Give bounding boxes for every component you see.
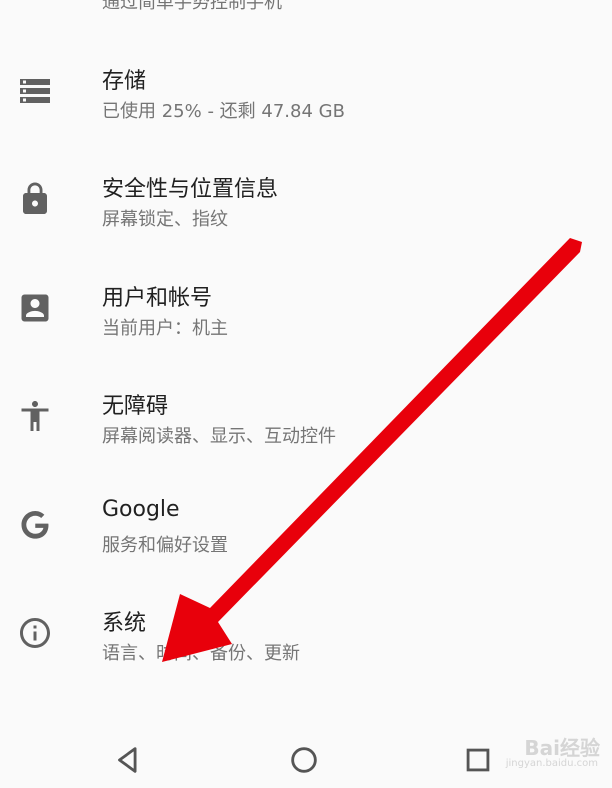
settings-item-title: 安全性与位置信息 bbox=[102, 177, 279, 202]
settings-item-title: Google bbox=[102, 496, 180, 522]
home-icon[interactable] bbox=[284, 740, 324, 780]
settings-item-storage[interactable]: 存储 已使用 25% - 还剩 47.84 GB bbox=[0, 36, 612, 145]
settings-item-title: 用户和帐号 bbox=[102, 285, 213, 311]
navigation-bar bbox=[0, 722, 612, 788]
watermark-url: jingyan.baidu.com bbox=[505, 758, 598, 769]
lock-icon bbox=[14, 178, 56, 220]
settings-item-accounts[interactable]: 用户和帐号 当前用户：机主 bbox=[0, 253, 612, 362]
info-icon bbox=[14, 612, 56, 654]
settings-item-gestures[interactable]: 手势 通过简单手势控制手机 bbox=[0, 0, 612, 36]
settings-item-summary: 语言、时间、备份、更新 bbox=[102, 643, 300, 664]
settings-item-summary: 已使用 25% - 还剩 47.84 GB bbox=[102, 100, 345, 122]
settings-item-summary: 屏幕锁定、指纹 bbox=[102, 209, 228, 230]
google-icon bbox=[14, 504, 56, 546]
settings-item-system[interactable]: 系统 语言、时间、备份、更新 bbox=[0, 578, 612, 687]
settings-item-accessibility[interactable]: 无障碍 屏幕阅读器、显示、互动控件 bbox=[0, 361, 612, 470]
settings-item-title: 无障碍 bbox=[102, 394, 169, 419]
settings-item-summary: 屏幕阅读器、显示、互动控件 bbox=[102, 426, 336, 447]
gesture-icon bbox=[14, 0, 56, 3]
recents-icon[interactable] bbox=[458, 740, 498, 780]
storage-icon bbox=[14, 70, 56, 112]
watermark-logo: Bai经验 bbox=[524, 736, 600, 760]
accessibility-icon bbox=[14, 395, 56, 437]
back-icon[interactable] bbox=[108, 740, 148, 780]
settings-item-google[interactable]: Google 服务和偏好设置 bbox=[0, 470, 612, 579]
settings-item-summary: 当前用户：机主 bbox=[102, 317, 228, 339]
settings-screen: 手势 通过简单手势控制手机 存储 已使用 25% - 还剩 47.84 GB 安… bbox=[0, 0, 612, 788]
settings-item-title: 系统 bbox=[102, 611, 147, 636]
settings-item-title: 存储 bbox=[102, 68, 147, 94]
settings-item-summary: 服务和偏好设置 bbox=[102, 534, 228, 556]
settings-item-security[interactable]: 安全性与位置信息 屏幕锁定、指纹 bbox=[0, 144, 612, 253]
settings-list: 手势 通过简单手势控制手机 存储 已使用 25% - 还剩 47.84 GB 安… bbox=[0, 0, 612, 687]
settings-item-summary: 通过简单手势控制手机 bbox=[102, 0, 282, 13]
account-box-icon bbox=[14, 287, 56, 329]
